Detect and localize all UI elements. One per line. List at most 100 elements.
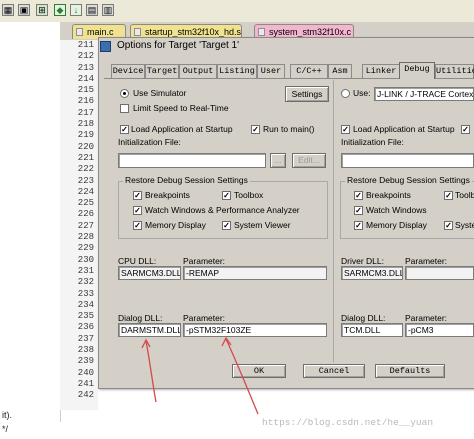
run-to-main-label: Run to main() (263, 124, 315, 134)
line-number: 237 (77, 333, 94, 344)
tab-linker[interactable]: Linker (362, 64, 400, 78)
line-number: 232 (77, 277, 94, 288)
line-number: 240 (77, 367, 94, 378)
line-number: 223 (77, 175, 94, 186)
ok-button[interactable]: OK (232, 364, 286, 378)
line-number: 219 (77, 130, 94, 141)
restore-system-viewer-checkbox[interactable]: ✓ (222, 221, 231, 230)
use-simulator-radio[interactable] (120, 89, 129, 98)
restore-memory-checkbox[interactable]: ✓ (133, 221, 142, 230)
line-number: 213 (77, 62, 94, 73)
restore-breakpoints-checkbox[interactable]: ✓ (133, 191, 142, 200)
dialog-app-icon (100, 41, 111, 52)
line-number: 239 (77, 356, 94, 367)
restore-toolbox-checkbox[interactable]: ✓ (222, 191, 231, 200)
line-number: 224 (77, 186, 94, 197)
line-number: 222 (77, 164, 94, 175)
init-file-browse-button[interactable]: ... (270, 153, 286, 168)
tab-listing[interactable]: Listing (217, 64, 257, 78)
dialog-parameter-field[interactable]: -pSTM32F103ZE (183, 323, 327, 337)
use-simulator-label: Use Simulator (133, 88, 187, 98)
toolbar-icon[interactable]: ↓ (70, 4, 82, 16)
tab-target[interactable]: Target (145, 64, 179, 78)
tab-device[interactable]: Device (111, 64, 145, 78)
file-icon (134, 28, 141, 36)
line-number: 233 (77, 288, 94, 299)
line-number-gutter: 211 212 213 214 215 216 217 218 219 220 221 222 223 2… (60, 40, 98, 410)
line-number: 221 (77, 152, 94, 163)
run-to-main-checkbox[interactable]: ✓ (251, 125, 260, 134)
right-restore-system-viewer-label: System (455, 220, 474, 230)
right-restore-system-viewer-checkbox[interactable]: ✓ (444, 221, 453, 230)
limit-speed-checkbox[interactable] (120, 104, 129, 113)
right-init-file-input[interactable] (341, 153, 474, 168)
right-dialog-parameter-field[interactable]: -pCM3 (405, 323, 474, 337)
toolbar-icon[interactable]: ◆ (54, 4, 66, 16)
dialog-title: Options for Target 'Target 1' (117, 40, 240, 51)
tab-debug[interactable]: Debug (399, 62, 435, 79)
driver-dll-field[interactable]: SARMCM3.DLL (341, 266, 403, 280)
file-tab-label: startup_stm32f10x_hd.s (145, 27, 242, 37)
right-restore-toolbox-label: Toolb (455, 190, 474, 200)
right-restore-memory-checkbox[interactable]: ✓ (354, 221, 363, 230)
line-number: 215 (77, 85, 94, 96)
toolbar-icon[interactable]: ⊞ (36, 4, 48, 16)
tab-user[interactable]: User (257, 64, 285, 78)
right-restore-watch-label: Watch Windows (366, 205, 427, 215)
line-number: 228 (77, 232, 94, 243)
init-file-input[interactable] (118, 153, 266, 168)
project-pane (0, 22, 61, 422)
use-driver-label: Use: (353, 88, 371, 98)
file-icon (258, 28, 265, 36)
toolbar-icon[interactable]: ▥ (102, 4, 114, 16)
line-number: 226 (77, 209, 94, 220)
cancel-button[interactable]: Cancel (303, 364, 365, 378)
tab-utilities[interactable]: Utilities (435, 64, 474, 78)
panel-divider (333, 80, 334, 362)
restore-watch-label: Watch Windows & Performance Analyzer (145, 205, 300, 215)
use-driver-radio[interactable] (341, 89, 350, 98)
line-number: 212 (77, 51, 94, 62)
right-dialog-dll-field[interactable]: TCM.DLL (341, 323, 403, 337)
code-fragment: */ (2, 424, 9, 434)
tab-output[interactable]: Output (179, 64, 217, 78)
line-number: 214 (77, 73, 94, 84)
line-number: 211 (77, 40, 94, 50)
cpu-parameter-field[interactable]: -REMAP (183, 266, 327, 280)
cpu-dll-field[interactable]: SARMCM3.DLL (118, 266, 181, 280)
tab-asm[interactable]: Asm (328, 64, 352, 78)
defaults-button[interactable]: Defaults (375, 364, 445, 378)
restore-breakpoints-label: Breakpoints (145, 190, 190, 200)
line-number: 218 (77, 119, 94, 130)
driver-parameter-field[interactable] (405, 266, 474, 280)
right-restore-breakpoints-label: Breakpoints (366, 190, 411, 200)
file-icon (76, 28, 83, 36)
simulator-settings-button[interactable]: Settings (285, 86, 329, 102)
line-number: 238 (77, 345, 94, 356)
tab-c-cpp[interactable]: C/C++ (290, 64, 328, 78)
line-number: 241 (77, 378, 94, 389)
line-number: 234 (77, 299, 94, 310)
file-tab-label: main.c (87, 27, 114, 37)
restore-memory-label: Memory Display (145, 220, 206, 230)
debug-driver-select[interactable]: J-LINK / J-TRACE Cortex (374, 87, 474, 101)
load-app-checkbox[interactable]: ✓ (120, 125, 129, 134)
right-restore-toolbox-checkbox[interactable]: ✓ (444, 191, 453, 200)
file-tab-label: system_stm32f10x.c (269, 27, 352, 37)
toolbar-icon[interactable]: ▦ (2, 4, 14, 16)
code-fragment: it). (2, 410, 12, 420)
right-restore-memory-label: Memory Display (366, 220, 427, 230)
init-file-label: Initialization File: (118, 137, 181, 147)
right-restore-watch-checkbox[interactable]: ✓ (354, 206, 363, 215)
right-restore-breakpoints-checkbox[interactable]: ✓ (354, 191, 363, 200)
restore-toolbox-label: Toolbox (234, 190, 264, 200)
dialog-dll-field[interactable]: DARMSTM.DLL (118, 323, 181, 337)
toolbar-icon[interactable]: ▤ (86, 4, 98, 16)
restore-watch-checkbox[interactable]: ✓ (133, 206, 142, 215)
toolbar-icon[interactable]: ▣ (18, 4, 30, 16)
line-number: 220 (77, 141, 94, 152)
right-init-file-label: Initialization File: (341, 137, 404, 147)
right-load-app-checkbox[interactable]: ✓ (341, 125, 350, 134)
right-run-to-main-checkbox[interactable]: ✓ (461, 125, 470, 134)
init-file-edit-button[interactable]: Edit... (292, 153, 326, 168)
